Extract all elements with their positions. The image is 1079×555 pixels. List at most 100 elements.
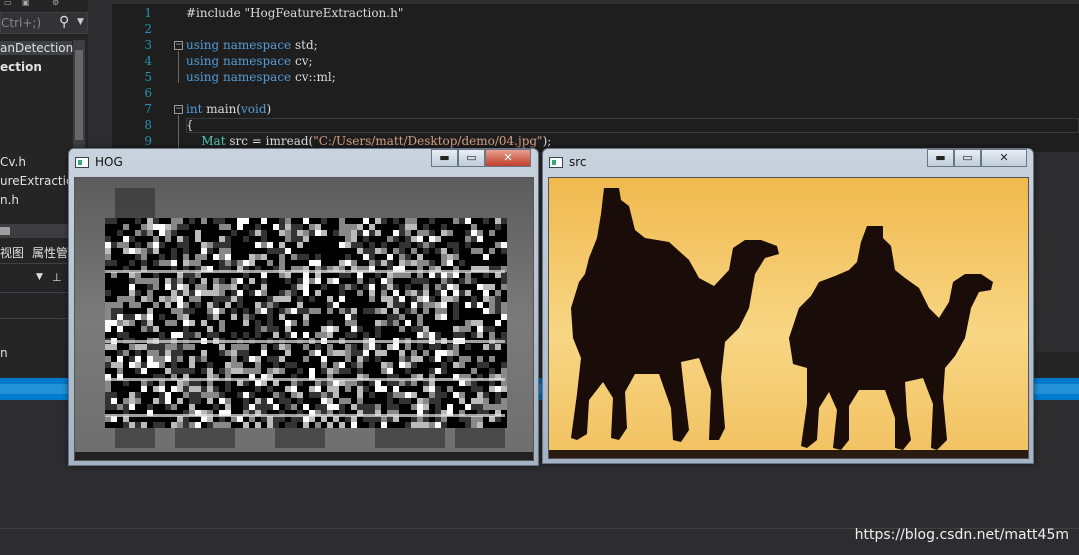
hog-cell (183, 224, 189, 230)
toolbar-icon[interactable]: ▭ (4, 0, 12, 7)
scrollbar-thumb[interactable] (75, 50, 83, 140)
hog-cell (435, 320, 441, 326)
horizontal-scrollbar[interactable] (0, 224, 72, 238)
hog-cell (495, 254, 501, 260)
hog-cell (483, 344, 489, 350)
hog-cell (489, 236, 495, 242)
hog-cell (201, 236, 207, 242)
tree-item[interactable]: ection (0, 60, 42, 74)
code-line[interactable]: Mat src = imread("C:/Users/matt/Desktop/… (186, 134, 551, 148)
hog-window[interactable]: HOG ▬ ▭ ✕ (68, 148, 539, 466)
hog-cell (453, 368, 459, 374)
hog-cell (201, 242, 207, 248)
hog-cell (495, 308, 501, 314)
tree-item[interactable]: n.h (0, 193, 19, 207)
fold-toggle-icon[interactable]: − (174, 105, 183, 114)
fold-guide (178, 51, 179, 83)
code-line[interactable]: #include "HogFeatureExtraction.h" (186, 6, 403, 20)
toolbar-icon[interactable]: ▣ (22, 0, 30, 7)
hog-cell (147, 236, 153, 242)
minimize-button[interactable]: ▬ (927, 149, 954, 167)
hog-cell (201, 398, 207, 404)
fold-toggle-icon[interactable]: − (174, 41, 183, 50)
close-button[interactable]: ✕ (485, 149, 531, 167)
hog-cell (471, 236, 477, 242)
tree-item[interactable]: anDetection (0, 41, 73, 55)
tree-item[interactable]: Cv.h (0, 155, 26, 169)
hog-cell (489, 278, 495, 284)
hog-cell (177, 296, 183, 302)
chevron-down-icon[interactable]: ▼ (77, 17, 84, 27)
hog-cell (441, 392, 447, 398)
hog-cell (195, 254, 201, 260)
scrollbar-thumb[interactable] (0, 227, 10, 235)
hog-cell (435, 350, 441, 356)
hog-cell (315, 398, 321, 404)
code-line[interactable]: { (186, 118, 194, 132)
minimize-button[interactable]: ▬ (431, 149, 458, 167)
hog-cell (231, 398, 237, 404)
hog-cell (111, 368, 117, 374)
hog-cell (405, 308, 411, 314)
src-window[interactable]: src ▬ ▭ ✕ (542, 148, 1034, 464)
code-editor[interactable]: 1 #include "HogFeatureExtraction.h" 2 3 … (112, 0, 1079, 152)
hog-cell (351, 296, 357, 302)
hog-cell (363, 302, 369, 308)
hog-cell (309, 398, 315, 404)
hog-cell (333, 326, 339, 332)
tab-view[interactable]: 视图 (0, 244, 24, 261)
hog-cell (471, 284, 477, 290)
hog-cell (261, 218, 267, 224)
hog-cell (399, 398, 405, 404)
hog-cell (195, 314, 201, 320)
hog-cell (177, 230, 183, 236)
code-line[interactable]: using namespace cv::ml; (186, 70, 336, 84)
hog-cell (309, 296, 315, 302)
hog-cell (105, 296, 111, 302)
hog-cell (387, 254, 393, 260)
hog-cell (363, 398, 369, 404)
maximize-button[interactable]: ▭ (458, 149, 485, 167)
tree-item[interactable]: ureExtractio (0, 174, 73, 188)
hog-cell (273, 218, 279, 224)
hog-cell (285, 332, 291, 338)
hog-cell (387, 320, 393, 326)
code-line[interactable]: int main(void) (186, 102, 271, 116)
hog-cell (183, 248, 189, 254)
solution-search-input[interactable]: Ctrl+;) ⚲ ▼ (0, 12, 88, 34)
hog-cell (141, 242, 147, 248)
code-line[interactable]: using namespace cv; (186, 54, 313, 68)
hog-cell (189, 224, 195, 230)
hog-cell (261, 296, 267, 302)
code-line[interactable]: using namespace std; (186, 38, 318, 52)
hog-cell (381, 278, 387, 284)
hog-cell (441, 278, 447, 284)
hog-cell (471, 386, 477, 392)
hog-cell (243, 308, 249, 314)
hog-cell (303, 422, 309, 428)
hog-cell (387, 248, 393, 254)
hog-cell (399, 314, 405, 320)
hog-cell (405, 404, 411, 410)
pin-icon[interactable]: ⊥ (52, 271, 62, 284)
hog-cell (375, 290, 381, 296)
hog-cell (243, 320, 249, 326)
hog-cell (117, 326, 123, 332)
editor-margin (1035, 352, 1079, 378)
hog-cell (459, 386, 465, 392)
tab-properties[interactable]: 属性管 (32, 244, 68, 261)
hog-cell (171, 230, 177, 236)
hog-cell (105, 290, 111, 296)
hog-cell (399, 332, 405, 338)
hog-cell (495, 278, 501, 284)
maximize-button[interactable]: ▭ (954, 149, 981, 167)
hog-cell (447, 386, 453, 392)
search-icon[interactable]: ⚲ (59, 14, 69, 30)
chevron-down-icon[interactable]: ▼ (36, 272, 43, 282)
hog-cell (345, 290, 351, 296)
hog-cell (363, 278, 369, 284)
hog-cell (291, 260, 297, 266)
hog-cell (471, 356, 477, 362)
close-button[interactable]: ✕ (981, 149, 1027, 167)
toolbar-icon[interactable]: ⚙ (52, 0, 59, 7)
